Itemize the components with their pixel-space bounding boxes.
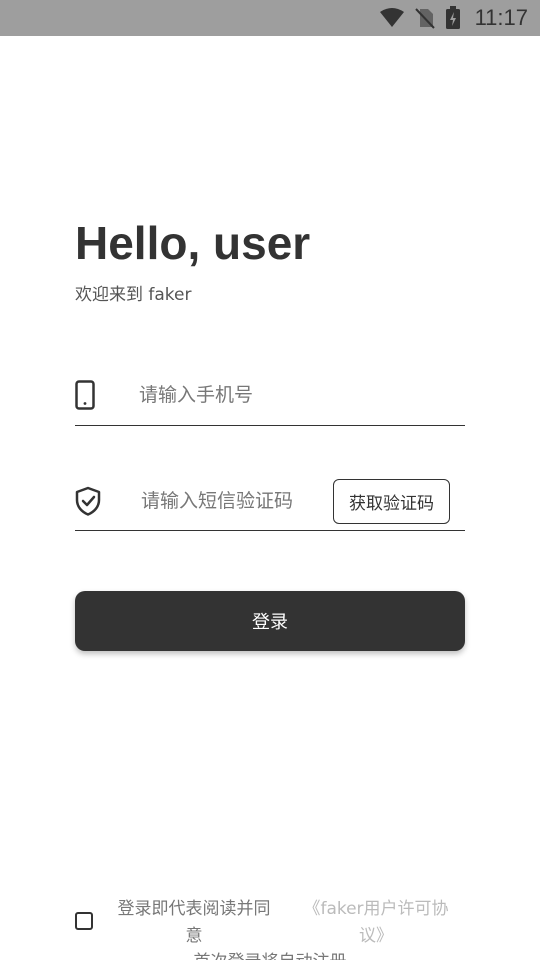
greeting-title: Hello, user [75,217,311,269]
agreement-link[interactable]: 《faker用户许可协议》 [298,896,454,950]
agree-checkbox[interactable] [75,912,93,930]
wifi-icon [379,8,405,28]
agreement-text: 登录即代表阅读并同意 [117,899,271,946]
status-time: 11:17 [474,5,528,30]
code-input[interactable] [141,486,326,516]
status-bar: 11:17 [0,0,540,36]
phone-input[interactable] [139,380,459,410]
no-sim-icon [414,7,435,29]
code-field: 获取验证码 [75,470,465,531]
get-code-button[interactable]: 获取验证码 [333,479,450,524]
phone-icon [75,380,95,414]
phone-field [75,366,465,426]
login-button[interactable]: 登录 [75,591,465,651]
shield-check-icon [75,486,101,520]
auto-register-note: 首次登录将自动注册 [0,947,540,960]
battery-charging-icon [445,6,461,30]
greeting-subtitle: 欢迎来到 faker [75,285,192,305]
